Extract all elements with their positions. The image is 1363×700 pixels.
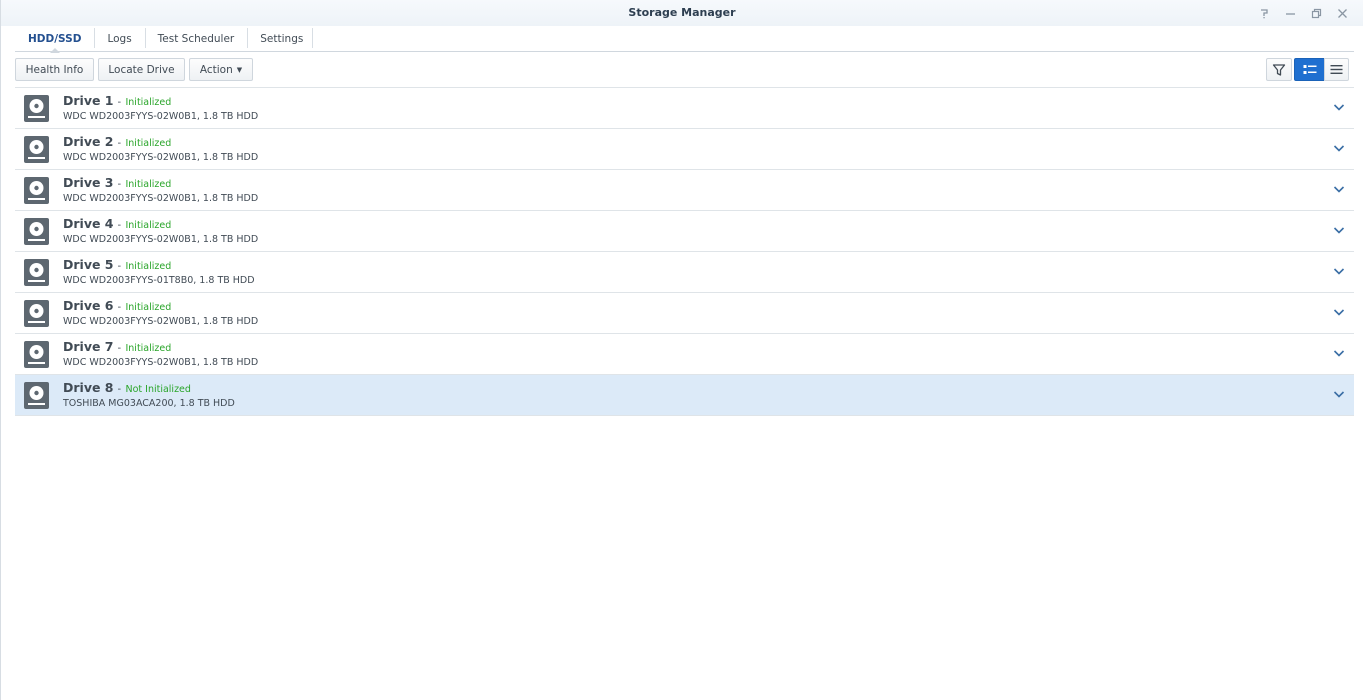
drive-row[interactable]: Drive 6- Initialized WDC WD2003FYYS-02W0B… <box>15 293 1354 334</box>
drive-name: Drive 8- Not Initialized <box>63 380 191 395</box>
tab-logs[interactable]: Logs <box>94 26 144 52</box>
tab-test-scheduler[interactable]: Test Scheduler <box>144 26 248 52</box>
drive-name: Drive 5- Initialized <box>63 257 171 272</box>
drive-description: WDC WD2003FYYS-02W0B1, 1.8 TB HDD <box>63 357 259 368</box>
health-info-label: Health Info <box>25 63 84 76</box>
view-compact-button[interactable] <box>1324 58 1349 81</box>
list-detail-icon <box>1303 64 1316 74</box>
drive-description: WDC WD2003FYYS-02W0B1, 1.8 TB HDD <box>63 111 259 122</box>
drive-description: WDC WD2003FYYS-02W0B1, 1.8 TB HDD <box>63 152 259 163</box>
chevron-down-icon[interactable] <box>1332 346 1346 360</box>
hard-drive-icon <box>24 177 49 204</box>
drive-status: Initialized <box>125 302 172 313</box>
hard-drive-icon <box>24 300 49 327</box>
close-icon[interactable] <box>1331 4 1353 22</box>
drive-status: Initialized <box>125 261 172 272</box>
hard-drive-icon <box>24 341 49 368</box>
drive-name: Drive 2- Initialized <box>63 134 171 149</box>
drive-description: WDC WD2003FYYS-02W0B1, 1.8 TB HDD <box>63 234 259 245</box>
drive-list: Drive 1- Initialized WDC WD2003FYYS-02W0B… <box>15 87 1354 416</box>
tab-bar: HDD/SSD Logs Test Scheduler Settings <box>15 26 316 53</box>
chevron-down-icon[interactable] <box>1332 141 1346 155</box>
drive-status-separator: - <box>117 343 122 354</box>
chevron-down-icon[interactable] <box>1332 223 1346 237</box>
health-info-button[interactable]: Health Info <box>15 58 94 81</box>
tab-settings[interactable]: Settings <box>247 26 316 52</box>
drive-status: Initialized <box>125 97 172 108</box>
drive-status: Initialized <box>125 138 172 149</box>
drive-status: Not Initialized <box>125 384 191 395</box>
drive-status-separator: - <box>117 97 122 108</box>
view-detail-button[interactable] <box>1294 58 1325 81</box>
drive-row[interactable]: Drive 3- Initialized WDC WD2003FYYS-02W0B… <box>15 170 1354 211</box>
hard-drive-icon <box>24 382 49 409</box>
drive-status-separator: - <box>117 302 122 313</box>
chevron-down-icon[interactable] <box>1332 182 1346 196</box>
drive-description: WDC WD2003FYYS-02W0B1, 1.8 TB HDD <box>63 316 259 327</box>
tab-hdd-ssd[interactable]: HDD/SSD <box>15 26 94 53</box>
hard-drive-icon <box>24 218 49 245</box>
drive-name-text: Drive 3 <box>63 175 114 190</box>
chevron-down-icon[interactable] <box>1332 387 1346 401</box>
filter-button[interactable] <box>1266 58 1292 81</box>
tab-underline-divider <box>15 51 1354 52</box>
drive-name: Drive 3- Initialized <box>63 175 171 190</box>
drive-name: Drive 4- Initialized <box>63 216 171 231</box>
drive-status-separator: - <box>117 220 122 231</box>
drive-row[interactable]: Drive 7- Initialized WDC WD2003FYYS-02W0B… <box>15 334 1354 375</box>
drive-name-text: Drive 1 <box>63 93 114 108</box>
restore-icon[interactable] <box>1305 4 1327 22</box>
drive-status: Initialized <box>125 343 172 354</box>
drive-row[interactable]: Drive 2- Initialized WDC WD2003FYYS-02W0B… <box>15 129 1354 170</box>
chevron-down-icon[interactable] <box>1332 100 1346 114</box>
drive-row[interactable]: Drive 1- Initialized WDC WD2003FYYS-02W0B… <box>15 88 1354 129</box>
hard-drive-icon <box>24 95 49 122</box>
toolbar: Health Info Locate Drive Action ▼ <box>15 58 1349 82</box>
action-label: Action <box>199 63 233 76</box>
chevron-down-icon[interactable] <box>1332 264 1346 278</box>
drive-name-text: Drive 6 <box>63 298 114 313</box>
title-bar: Storage Manager <box>1 0 1363 26</box>
caret-down-icon: ▼ <box>236 65 243 74</box>
drive-status-separator: - <box>117 179 122 190</box>
drive-name-text: Drive 2 <box>63 134 114 149</box>
drive-status: Initialized <box>125 179 172 190</box>
drive-description: TOSHIBA MG03ACA200, 1.8 TB HDD <box>63 398 235 409</box>
minimize-icon[interactable] <box>1279 4 1301 22</box>
help-icon[interactable] <box>1253 4 1275 22</box>
chevron-down-icon[interactable] <box>1332 305 1346 319</box>
drive-name-text: Drive 8 <box>63 380 114 395</box>
drive-row[interactable]: Drive 5- Initialized WDC WD2003FYYS-01T8B… <box>15 252 1354 293</box>
drive-name-text: Drive 7 <box>63 339 114 354</box>
drive-row[interactable]: Drive 4- Initialized WDC WD2003FYYS-02W0B… <box>15 211 1354 252</box>
drive-row[interactable]: Drive 8- Not Initialized TOSHIBA MG03ACA2… <box>15 375 1354 416</box>
window-title: Storage Manager <box>628 6 736 19</box>
list-compact-icon <box>1330 65 1343 74</box>
locate-drive-label: Locate Drive <box>108 63 175 76</box>
drive-name-text: Drive 5 <box>63 257 114 272</box>
drive-name: Drive 1- Initialized <box>63 93 171 108</box>
drive-status-separator: - <box>117 384 122 395</box>
drive-status-separator: - <box>117 138 122 149</box>
drive-name: Drive 7- Initialized <box>63 339 171 354</box>
hard-drive-icon <box>24 136 49 163</box>
drive-name: Drive 6- Initialized <box>63 298 171 313</box>
tab-divider <box>312 28 313 48</box>
storage-manager-window: Storage Manager HDD/SSD Logs Test Schedu… <box>0 0 1363 700</box>
locate-drive-button[interactable]: Locate Drive <box>98 58 185 81</box>
drive-description: WDC WD2003FYYS-02W0B1, 1.8 TB HDD <box>63 193 259 204</box>
drive-status-separator: - <box>117 261 122 272</box>
drive-name-text: Drive 4 <box>63 216 114 231</box>
hard-drive-icon <box>24 259 49 286</box>
filter-icon <box>1272 63 1286 76</box>
drive-status: Initialized <box>125 220 172 231</box>
window-controls <box>1253 4 1353 22</box>
drive-description: WDC WD2003FYYS-01T8B0, 1.8 TB HDD <box>63 275 255 286</box>
action-dropdown-button[interactable]: Action ▼ <box>189 58 253 81</box>
